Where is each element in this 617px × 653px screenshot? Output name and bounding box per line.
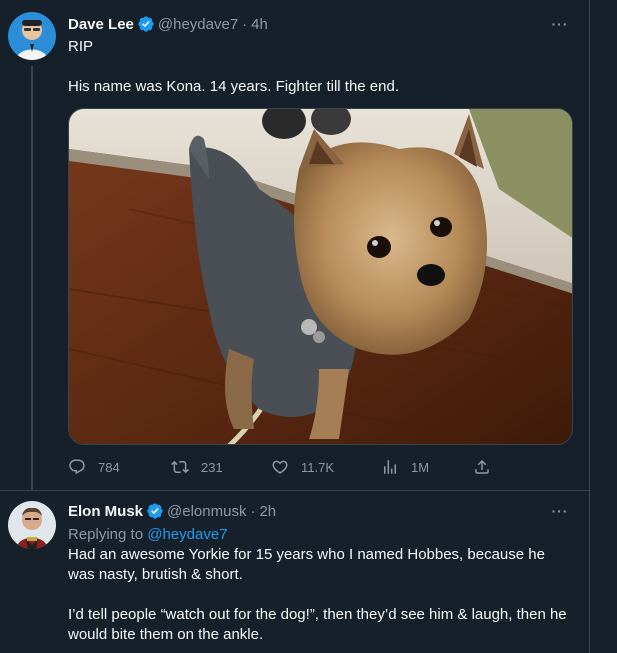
- tweet-photo[interactable]: [68, 108, 573, 445]
- reply-icon: [69, 459, 85, 475]
- more-icon[interactable]: ···: [549, 501, 571, 521]
- tweet-elon-musk[interactable]: Elon Musk @elonmusk · 2h ··· Replying to…: [0, 490, 589, 653]
- reply-count: 784: [98, 459, 120, 475]
- verified-badge-icon: [147, 503, 163, 519]
- tweet-text-line2: His name was Kona. 14 years. Fighter til…: [68, 78, 399, 95]
- thread-line: [31, 66, 33, 490]
- tweet-actions: 784 231 11.7K 1M: [68, 456, 508, 478]
- avatar-elon-musk[interactable]: [8, 501, 56, 549]
- share-button[interactable]: [473, 456, 503, 478]
- column-border: [589, 0, 590, 653]
- replying-to: Replying to @heydave7: [68, 526, 228, 543]
- author-handle[interactable]: @elonmusk: [167, 503, 246, 520]
- share-icon: [475, 459, 489, 474]
- views-icon: [384, 460, 396, 474]
- separator-dot: ·: [242, 15, 248, 33]
- more-icon[interactable]: ···: [549, 14, 571, 34]
- author-handle[interactable]: @heydave7: [158, 16, 238, 33]
- author-name[interactable]: Dave Lee: [68, 16, 134, 33]
- timestamp[interactable]: 4h: [251, 16, 268, 33]
- views-count: 1M: [411, 459, 430, 475]
- separator-dot: ·: [250, 502, 256, 520]
- like-button[interactable]: 11.7K: [271, 456, 334, 478]
- like-count: 11.7K: [301, 459, 335, 475]
- retweet-count: 231: [201, 459, 223, 475]
- avatar-dave-lee[interactable]: [8, 12, 56, 60]
- views-button[interactable]: 1M: [381, 456, 429, 478]
- tweet-paragraph-1: Had an awesome Yorkie for 15 years who I…: [68, 546, 545, 583]
- verified-badge-icon: [138, 16, 154, 32]
- reply-button[interactable]: 784: [68, 456, 120, 478]
- tweet-header: Dave Lee @heydave7 · 4h: [68, 14, 268, 34]
- dog-photo-image: [69, 109, 572, 444]
- tweet-text: Had an awesome Yorkie for 15 years who I…: [68, 545, 568, 645]
- tweet-paragraph-2: I’d tell people “watch out for the dog!”…: [68, 606, 567, 643]
- tweet-text-line1: RIP: [68, 38, 94, 55]
- author-name[interactable]: Elon Musk: [68, 503, 143, 520]
- tweet-dave-lee[interactable]: Dave Lee @heydave7 · 4h ··· RIP His name…: [0, 0, 589, 490]
- retweet-icon: [171, 460, 189, 474]
- tweet-header: Elon Musk @elonmusk · 2h: [68, 501, 276, 521]
- timestamp[interactable]: 2h: [259, 503, 276, 520]
- replying-to-label: Replying to: [68, 526, 148, 543]
- replying-to-handle-link[interactable]: @heydave7: [147, 526, 227, 543]
- retweet-button[interactable]: 231: [171, 456, 223, 478]
- like-icon: [272, 460, 288, 474]
